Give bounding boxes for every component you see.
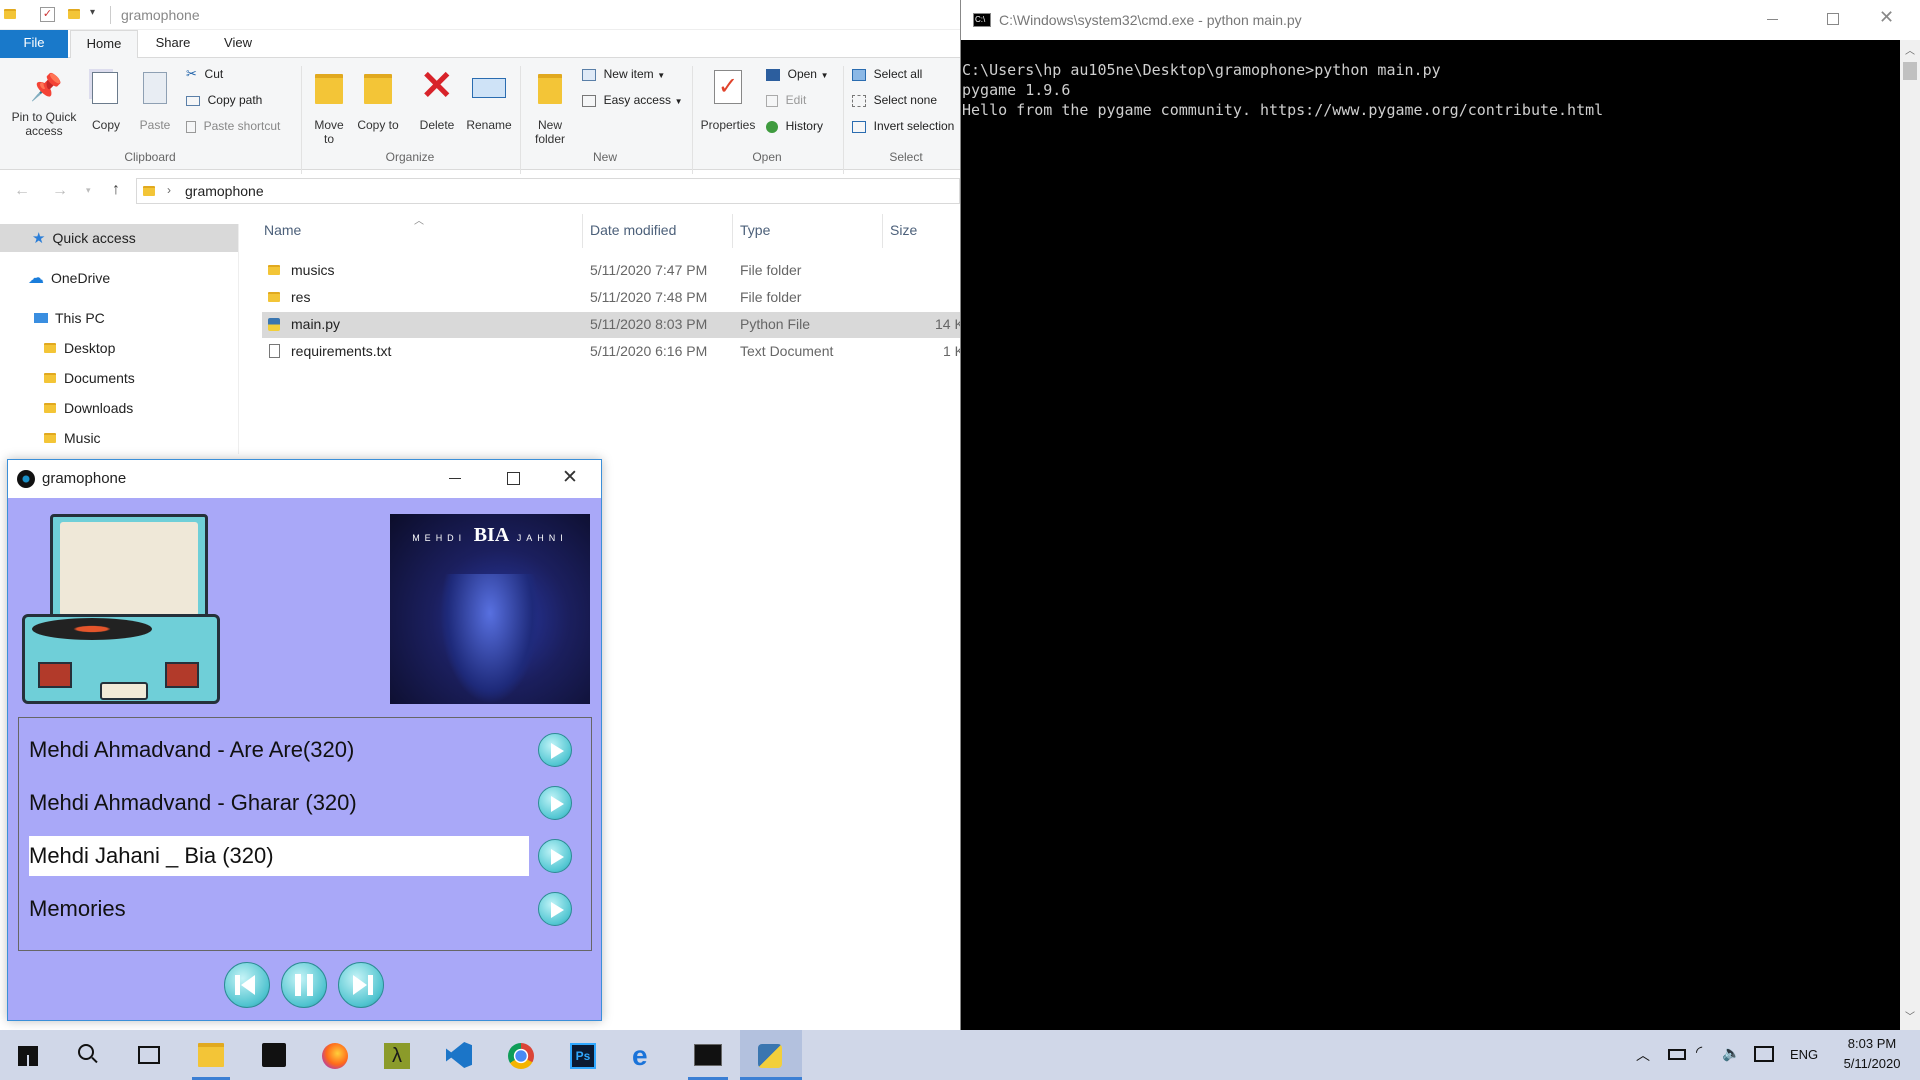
file-explorer-taskbar-icon[interactable] xyxy=(198,1043,224,1067)
player-titlebar: gramophone ✕ xyxy=(8,460,601,498)
next-icon xyxy=(353,975,367,995)
list-item[interactable]: Memories xyxy=(19,889,529,929)
list-item[interactable]: Mehdi Ahmadvand - Gharar (320) xyxy=(19,783,529,823)
play-button[interactable] xyxy=(538,733,572,767)
album-cover: MEHDI BIA JAHNI xyxy=(390,514,590,704)
python-taskbar-active[interactable] xyxy=(740,1030,802,1080)
player-window: gramophone ✕ MEHDI BIA JAHNI Mehdi Ahmad… xyxy=(7,459,602,1021)
scroll-up-icon[interactable]: ︿ xyxy=(1905,42,1915,57)
next-button[interactable] xyxy=(338,962,384,1008)
table-row[interactable]: res 5/11/2020 7:48 PM File folder xyxy=(262,285,962,311)
table-row[interactable]: requirements.txt 5/11/2020 6:16 PM Text … xyxy=(262,339,964,365)
maximize-icon[interactable] xyxy=(1827,13,1839,25)
volume-icon[interactable]: 🔈 xyxy=(1722,1044,1741,1062)
chevron-up-icon[interactable]: ︿ xyxy=(1636,1045,1650,1065)
cmd-window: C:\ C:\Windows\system32\cmd.exe - python… xyxy=(960,0,1920,1030)
console-line: pygame 1.9.6 xyxy=(962,81,1071,99)
folder-icon xyxy=(268,265,280,275)
clock-time[interactable]: 8:03 PM xyxy=(1840,1036,1904,1051)
play-button[interactable] xyxy=(538,839,572,873)
play-button[interactable] xyxy=(538,786,572,820)
photoshop-taskbar-icon[interactable]: Ps xyxy=(570,1043,596,1069)
close-icon[interactable]: ✕ xyxy=(1879,7,1894,28)
close-icon[interactable]: ✕ xyxy=(562,466,578,489)
firefox-taskbar-icon[interactable] xyxy=(322,1043,348,1069)
column-header-size[interactable]: Size xyxy=(890,222,917,238)
lambda-taskbar-icon[interactable]: λ xyxy=(384,1043,410,1069)
cmd-output[interactable]: C:\Users\hp au105ne\Desktop\gramophone>p… xyxy=(962,60,1892,1010)
scroll-down-icon[interactable]: ﹀ xyxy=(1905,1008,1915,1023)
clock-date[interactable]: 5/11/2020 xyxy=(1834,1056,1910,1071)
maximize-icon[interactable] xyxy=(507,472,520,485)
app-icon xyxy=(17,470,35,488)
sort-ascending-icon: ︿ xyxy=(414,216,424,227)
windows-start-icon[interactable] xyxy=(18,1046,38,1066)
pause-button[interactable] xyxy=(281,962,327,1008)
list-item[interactable]: Mehdi Ahmadvand - Are Are(320) xyxy=(19,730,529,770)
edge-taskbar-icon[interactable]: e xyxy=(632,1042,658,1070)
python-file-icon xyxy=(268,318,280,331)
previous-icon xyxy=(235,975,240,995)
previous-button[interactable] xyxy=(224,962,270,1008)
cmd-icon: C:\ xyxy=(973,13,991,27)
file-list: ︿ Name Date modified Type Size musics 5/… xyxy=(0,0,964,460)
play-button[interactable] xyxy=(538,892,572,926)
minimize-icon[interactable] xyxy=(1767,19,1778,20)
list-item-selected[interactable]: Mehdi Jahani _ Bia (320) xyxy=(29,836,529,876)
cmd-titlebar: C:\ C:\Windows\system32\cmd.exe - python… xyxy=(961,0,1920,40)
player-body: MEHDI BIA JAHNI Mehdi Ahmadvand - Are Ar… xyxy=(8,498,601,1020)
vinyl-record-icon xyxy=(32,618,152,640)
text-file-icon xyxy=(269,344,280,358)
singer-silhouette xyxy=(440,574,540,704)
taskbar: λ Ps e ︿ ◜ 🔈 ENG 8:03 PM 5/11/2020 xyxy=(0,1030,1920,1080)
console-line: Hello from the pygame community. https:/… xyxy=(962,101,1604,119)
table-row[interactable]: musics 5/11/2020 7:47 PM File folder xyxy=(262,258,962,284)
cmd-taskbar-icon[interactable] xyxy=(694,1044,722,1066)
scroll-thumb[interactable] xyxy=(1903,62,1917,80)
python-taskbar-icon xyxy=(758,1044,782,1068)
player-title: gramophone xyxy=(42,470,127,487)
minimize-icon[interactable] xyxy=(449,478,461,479)
task-view-icon[interactable] xyxy=(138,1046,160,1064)
pause-icon xyxy=(295,974,301,996)
column-header-name[interactable]: Name xyxy=(264,222,301,238)
vscode-taskbar-icon[interactable] xyxy=(446,1042,472,1068)
wifi-icon[interactable]: ◜ xyxy=(1696,1042,1702,1062)
store-taskbar-icon[interactable] xyxy=(262,1043,286,1067)
record-player-image xyxy=(20,514,220,704)
column-header-type[interactable]: Type xyxy=(740,222,770,238)
scrollbar[interactable]: ︿ ﹀ xyxy=(1900,40,1920,1030)
language-indicator[interactable]: ENG xyxy=(1790,1047,1818,1062)
console-line: C:\Users\hp au105ne\Desktop\gramophone>p… xyxy=(962,61,1441,79)
battery-icon[interactable] xyxy=(1668,1049,1686,1060)
folder-icon xyxy=(268,292,280,302)
chrome-taskbar-icon[interactable] xyxy=(508,1043,534,1069)
playlist: Mehdi Ahmadvand - Are Are(320) Mehdi Ahm… xyxy=(18,717,592,951)
table-row-selected[interactable]: main.py 5/11/2020 8:03 PM Python File 14… xyxy=(262,312,964,338)
cmd-title: C:\Windows\system32\cmd.exe - python mai… xyxy=(999,12,1302,28)
column-header-date[interactable]: Date modified xyxy=(590,222,676,238)
notification-icon[interactable] xyxy=(1754,1046,1774,1062)
